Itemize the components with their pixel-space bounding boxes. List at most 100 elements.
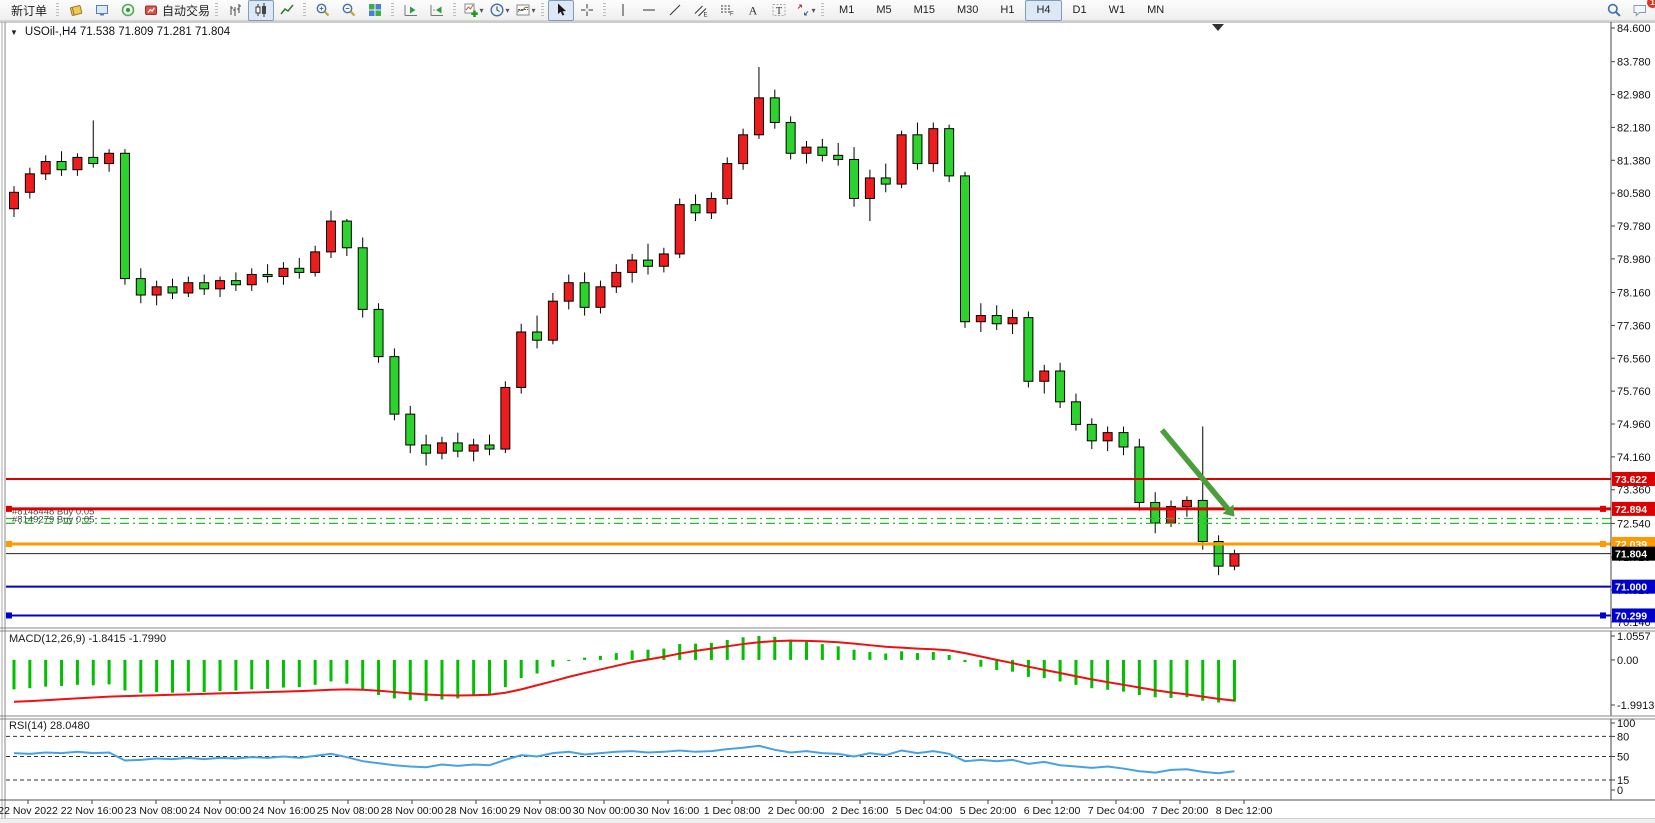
price-tick-label: 84.600 <box>1617 23 1651 35</box>
candle-down <box>533 332 542 340</box>
candle-down <box>1087 424 1096 440</box>
candle-up <box>469 445 478 451</box>
candle-down <box>295 268 304 272</box>
candle-down <box>770 98 779 123</box>
candle-up <box>628 260 637 272</box>
price-tick-label: 73.360 <box>1617 485 1651 497</box>
time-tick-label: 7 Dec 04:00 <box>1088 805 1145 817</box>
price-tick-label: 74.160 <box>1617 452 1651 464</box>
price-tick-label: 81.380 <box>1617 155 1651 167</box>
candle-up <box>1103 433 1112 441</box>
chart-header: ▼ USOil-,H4 71.538 71.809 71.281 71.804 <box>10 26 230 38</box>
window-bottom-edge <box>0 818 1655 823</box>
candle-down <box>390 357 399 415</box>
candle-up <box>976 316 985 322</box>
candle-up <box>152 287 161 295</box>
macd-axis-label: 0.00 <box>1617 655 1638 667</box>
candle-up <box>723 164 732 199</box>
macd-axis-label: -1.9913 <box>1617 700 1654 712</box>
candle-up <box>1040 371 1049 381</box>
time-tick-label: 5 Dec 20:00 <box>960 805 1017 817</box>
hline-70299-handle-right[interactable] <box>1600 612 1606 618</box>
time-tick-label: 6 Dec 12:00 <box>1024 805 1081 817</box>
candle-down <box>1151 502 1160 523</box>
candle-up <box>675 205 684 254</box>
candle-down <box>136 279 145 295</box>
price-tick-label: 78.980 <box>1617 254 1651 266</box>
price-badge-value: 71.804 <box>1615 549 1647 561</box>
rsi-axis-label: 80 <box>1617 731 1629 743</box>
candle-down <box>168 287 177 293</box>
candle-up <box>1008 318 1017 324</box>
candle-down <box>1119 433 1128 447</box>
candle-down <box>89 157 98 163</box>
candle-up <box>105 153 114 163</box>
time-tick-label: 7 Dec 20:00 <box>1152 805 1209 817</box>
candle-down <box>786 122 795 153</box>
price-tick-label: 80.580 <box>1617 188 1651 200</box>
time-tick-label: 28 Nov 00:00 <box>381 805 444 817</box>
price-badge-value: 70.299 <box>1615 610 1647 622</box>
candle-up <box>897 135 906 184</box>
price-badge-value: 71.000 <box>1615 582 1647 594</box>
candle-up <box>802 147 811 153</box>
candle-up <box>1230 554 1239 566</box>
macd-axis-label: 1.0557 <box>1617 631 1651 643</box>
time-tick-label: 2 Dec 16:00 <box>832 805 889 817</box>
price-tick-label: 82.180 <box>1617 122 1651 134</box>
candle-up <box>865 178 874 199</box>
candle-down <box>358 248 367 310</box>
candle-down <box>1198 500 1207 541</box>
candle-down <box>453 443 462 451</box>
candle-down <box>406 414 415 445</box>
candle-up <box>216 281 225 289</box>
time-tick-label: 1 Dec 08:00 <box>704 805 761 817</box>
time-tick-label: 30 Nov 16:00 <box>637 805 700 817</box>
macd-indicator-label: MACD(12,26,9) -1.8415 -1.7990 <box>9 633 166 645</box>
candle-up <box>548 301 557 340</box>
chart-collapse-icon[interactable]: ▼ <box>10 28 18 37</box>
price-tick-label: 83.780 <box>1617 57 1651 69</box>
time-tick-label: 30 Nov 00:00 <box>573 805 636 817</box>
candle-up <box>311 252 320 273</box>
price-tick-label: 72.540 <box>1617 518 1651 530</box>
candle-down <box>57 162 66 170</box>
time-tick-label: 23 Nov 08:00 <box>125 805 188 817</box>
candle-down <box>485 445 494 449</box>
candle-down <box>374 309 383 356</box>
hline-72894-handle-left[interactable] <box>6 506 12 512</box>
rsi-axis-label: 50 <box>1617 752 1629 764</box>
time-tick-label: 22 Nov 16:00 <box>61 805 124 817</box>
candle-up <box>10 192 19 208</box>
candle-down <box>120 153 129 278</box>
candle-up <box>929 129 938 164</box>
time-tick-label: 2 Dec 00:00 <box>768 805 825 817</box>
candle-up <box>754 98 763 135</box>
time-tick-label: 8 Dec 12:00 <box>1216 805 1273 817</box>
price-tick-label: 76.560 <box>1617 353 1651 365</box>
price-tick-label: 77.360 <box>1617 320 1651 332</box>
candle-up <box>73 157 82 169</box>
candle-down <box>818 147 827 155</box>
time-tick-label: 25 Nov 08:00 <box>317 805 380 817</box>
candle-down <box>834 155 843 159</box>
candle-down <box>200 283 209 289</box>
candle-up <box>739 135 748 164</box>
price-tick-label: 74.960 <box>1617 419 1651 431</box>
chart-canvas[interactable]: 84.60083.78082.98082.18081.38080.58079.7… <box>0 0 1655 823</box>
rsi-indicator-label: RSI(14) 28.0480 <box>9 720 90 732</box>
time-tick-label: 29 Nov 08:00 <box>509 805 572 817</box>
candle-up <box>279 268 288 276</box>
time-tick-label: 28 Nov 16:00 <box>445 805 508 817</box>
hline-72039-handle-left[interactable] <box>6 541 12 547</box>
candle-down <box>881 178 890 184</box>
time-tick-label: 24 Nov 00:00 <box>189 805 252 817</box>
candle-up <box>596 287 605 308</box>
hline-72894-handle-right[interactable] <box>1600 506 1606 512</box>
candle-down <box>263 274 272 276</box>
candle-down <box>342 221 351 248</box>
hline-70299-handle-left[interactable] <box>6 612 12 618</box>
candle-down <box>992 316 1001 324</box>
candle-down <box>644 260 653 266</box>
hline-72039-handle-right[interactable] <box>1600 541 1606 547</box>
